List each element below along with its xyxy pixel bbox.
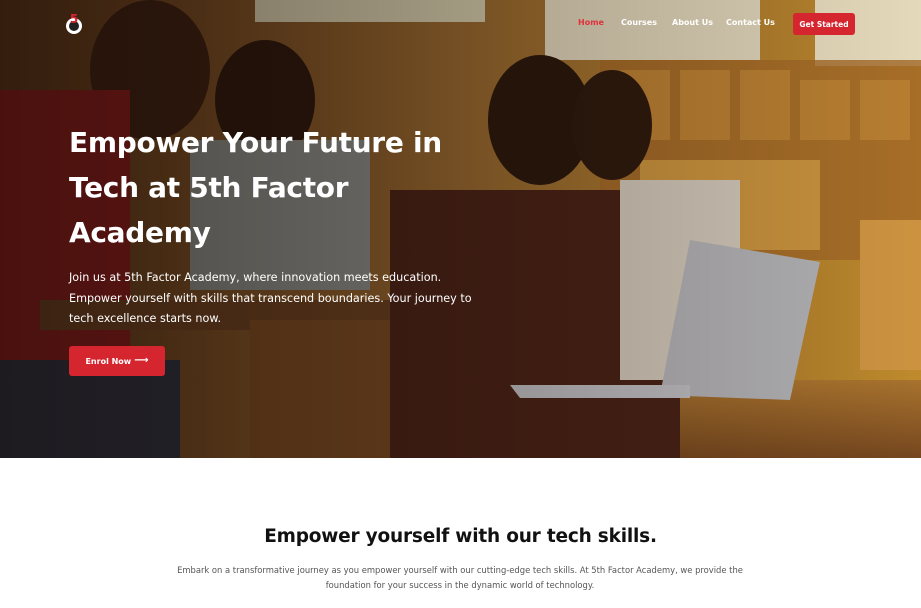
- enrol-now-button[interactable]: Enrol Now ⟶: [69, 346, 165, 376]
- arrow-right-icon: ⟶: [134, 355, 149, 366]
- hero-title: Empower Your Future in Tech at 5th Facto…: [69, 126, 442, 249]
- navbar: 5 Home Courses About Us Contact Us Get S…: [0, 0, 921, 48]
- skills-section: Empower yourself with our tech skills. E…: [0, 458, 921, 608]
- hero-section: 5 Home Courses About Us Contact Us Get S…: [0, 0, 921, 458]
- logo-text: 5: [70, 13, 78, 26]
- nav-link-about-us[interactable]: About Us: [672, 18, 713, 27]
- get-started-button[interactable]: Get Started: [793, 13, 855, 35]
- skills-description: Embark on a transformative journey as yo…: [177, 565, 743, 590]
- nav-link-contact-us[interactable]: Contact Us: [726, 18, 775, 27]
- enrol-now-label: Enrol Now: [85, 356, 132, 366]
- hero-description: Join us at 5th Factor Academy, where inn…: [69, 271, 472, 325]
- skills-title: Empower yourself with our tech skills.: [264, 526, 657, 547]
- nav-link-home[interactable]: Home: [578, 18, 604, 27]
- nav-link-courses[interactable]: Courses: [621, 18, 657, 27]
- logo-icon[interactable]: 5: [64, 13, 84, 35]
